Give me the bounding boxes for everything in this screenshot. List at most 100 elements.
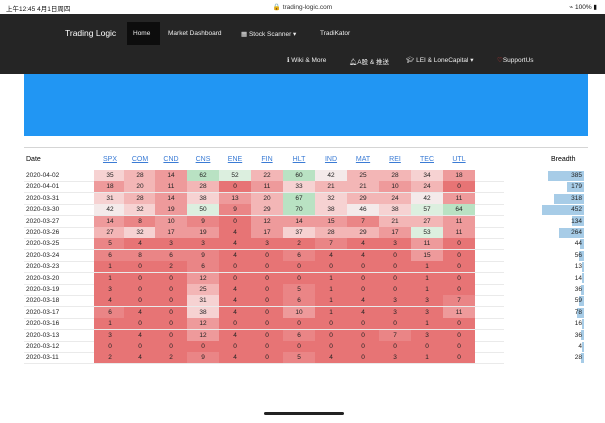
sector-header-utl[interactable]: UTL: [444, 156, 474, 163]
table-cell-hlt: 2: [283, 238, 315, 250]
table-cell-hlt: 6: [283, 329, 315, 341]
table-cell-ene: 4: [219, 249, 251, 262]
sector-header-rei[interactable]: REI: [380, 156, 410, 163]
url-text[interactable]: trading-logic.com: [283, 4, 333, 11]
table-cell-cns: 9: [187, 215, 219, 227]
table-cell-fin: 0: [251, 318, 283, 330]
sector-header-ind[interactable]: IND: [316, 156, 346, 163]
table-cell-com: 0: [124, 284, 156, 296]
table-cell-fin: 17: [251, 227, 283, 239]
table-cell-ind: 21: [315, 181, 347, 193]
table-cell-rei: 10: [379, 181, 411, 193]
table-cell-fin: 29: [251, 204, 283, 216]
breadth-bar: [582, 273, 584, 284]
sector-header-com[interactable]: COM: [125, 156, 155, 163]
table-cell-ene: 0: [219, 341, 251, 353]
top-navbar: Trading Logic Home Market Dashboard ▦ St…: [0, 14, 605, 74]
breadth-value: 385: [571, 172, 582, 179]
table-cell-com: 8: [124, 249, 156, 262]
breadth-value: 16: [574, 320, 582, 328]
table-cell-cnd: 2: [155, 352, 187, 364]
table-cell-fin: 0: [251, 295, 283, 307]
table-cell-rei: 0: [379, 261, 411, 273]
brand-logo[interactable]: Trading Logic: [65, 28, 116, 38]
table-cell-com: 20: [124, 181, 156, 193]
table-cell-cnd: 0: [155, 329, 187, 341]
table-cell-spx: 3: [94, 329, 126, 341]
table-cell-ind: 1: [315, 306, 347, 319]
nav-stock-scanner[interactable]: ▦ Stock Scanner ▾: [241, 30, 296, 38]
table-cell-utl: 0: [443, 249, 475, 262]
sector-header-mat[interactable]: MAT: [348, 156, 378, 163]
breadth-value: 318: [571, 194, 582, 202]
table-cell-fin: 0: [251, 329, 283, 341]
table-cell-cnd: 17: [155, 227, 187, 239]
table-cell-tec: 42: [411, 192, 443, 205]
breadth-value: 264: [571, 229, 582, 236]
row-date: 2020-03-18: [26, 297, 60, 305]
table-cell-ene: 0: [219, 272, 251, 284]
table-cell-com: 4: [124, 238, 156, 250]
table-cell-ene: 0: [219, 215, 251, 227]
table-cell-utl: 0: [443, 238, 475, 250]
table-cell-fin: 20: [251, 192, 283, 205]
table-cell-cnd: 19: [155, 204, 187, 216]
sector-header-spx[interactable]: SPX: [95, 156, 125, 163]
sector-header-tec[interactable]: TEC: [412, 156, 442, 163]
table-cell-cns: 9: [187, 352, 219, 364]
nav-support[interactable]: ♡SupportUs: [497, 56, 534, 64]
battery-indicator: ⌁ 100% ▮: [569, 4, 597, 11]
graduation-cap-icon: 🎓︎: [406, 57, 415, 64]
row-date: 2020-03-27: [26, 217, 60, 225]
table-cell-ene: 0: [219, 318, 251, 330]
table-cell-cnd: 0: [155, 284, 187, 296]
table-cell-spx: 0: [94, 341, 126, 353]
sector-header-hlt[interactable]: HLT: [284, 156, 314, 163]
breadth-bar: [582, 261, 584, 272]
table-cell-spx: 4: [94, 295, 126, 307]
table-cell-com: 0: [124, 295, 156, 307]
table-cell-com: 0: [124, 272, 156, 284]
sector-header-cns[interactable]: CNS: [188, 156, 218, 163]
row-date: 2020-03-30: [26, 206, 60, 214]
nav-lei[interactable]: 🎓︎ LEI & LoneCapital ▾: [406, 56, 474, 64]
table-cell-rei: 17: [379, 227, 411, 239]
table-cell-ind: 1: [315, 284, 347, 296]
table-cell-spx: 1: [94, 261, 126, 273]
table-cell-fin: 0: [251, 352, 283, 364]
breadth-value: 36: [574, 286, 582, 293]
url-bar[interactable]: 🔒 trading-logic.com: [0, 3, 605, 11]
nav-wiki[interactable]: ℹ Wiki & More: [287, 56, 326, 64]
nav-market-dashboard[interactable]: Market Dashboard: [168, 30, 221, 37]
table-cell-com: 0: [124, 261, 156, 273]
table-cell-rei: 3: [379, 306, 411, 319]
table-cell-fin: 0: [251, 249, 283, 262]
table-cell-rei: 3: [379, 295, 411, 307]
nav-a-shares[interactable]: 🔔︎A股 & 推送: [349, 56, 389, 66]
table-cell-tec: 11: [411, 238, 443, 250]
row-date: 2020-03-13: [26, 331, 60, 339]
table-cell-utl: 18: [443, 170, 475, 182]
table-cell-ene: 4: [219, 227, 251, 239]
nav-lei-label: LEI & LoneCapital ▾: [416, 57, 474, 64]
scroll-indicator[interactable]: [264, 412, 344, 415]
nav-home[interactable]: Home: [133, 30, 150, 37]
table-cell-utl: 0: [443, 261, 475, 273]
table-cell-hlt: 67: [283, 192, 315, 205]
table-cell-cns: 38: [187, 192, 219, 205]
breadth-value: 4: [578, 343, 582, 350]
table-cell-mat: 0: [347, 272, 379, 284]
row-date: 2020-03-26: [26, 229, 60, 236]
table-cell-rei: 0: [379, 249, 411, 262]
table-cell-ind: 15: [315, 215, 347, 227]
breadth-value: 44: [574, 240, 582, 248]
sector-header-fin[interactable]: FIN: [252, 156, 282, 163]
table-cell-ene: 9: [219, 204, 251, 216]
sector-header-cnd[interactable]: CND: [156, 156, 186, 163]
table-cell-com: 32: [124, 227, 156, 239]
table-cell-ene: 4: [219, 238, 251, 250]
table-cell-hlt: 33: [283, 181, 315, 193]
table-cell-ene: 0: [219, 261, 251, 273]
nav-tradikator[interactable]: TradiKator: [320, 30, 350, 37]
sector-header-ene[interactable]: ENE: [220, 156, 250, 163]
